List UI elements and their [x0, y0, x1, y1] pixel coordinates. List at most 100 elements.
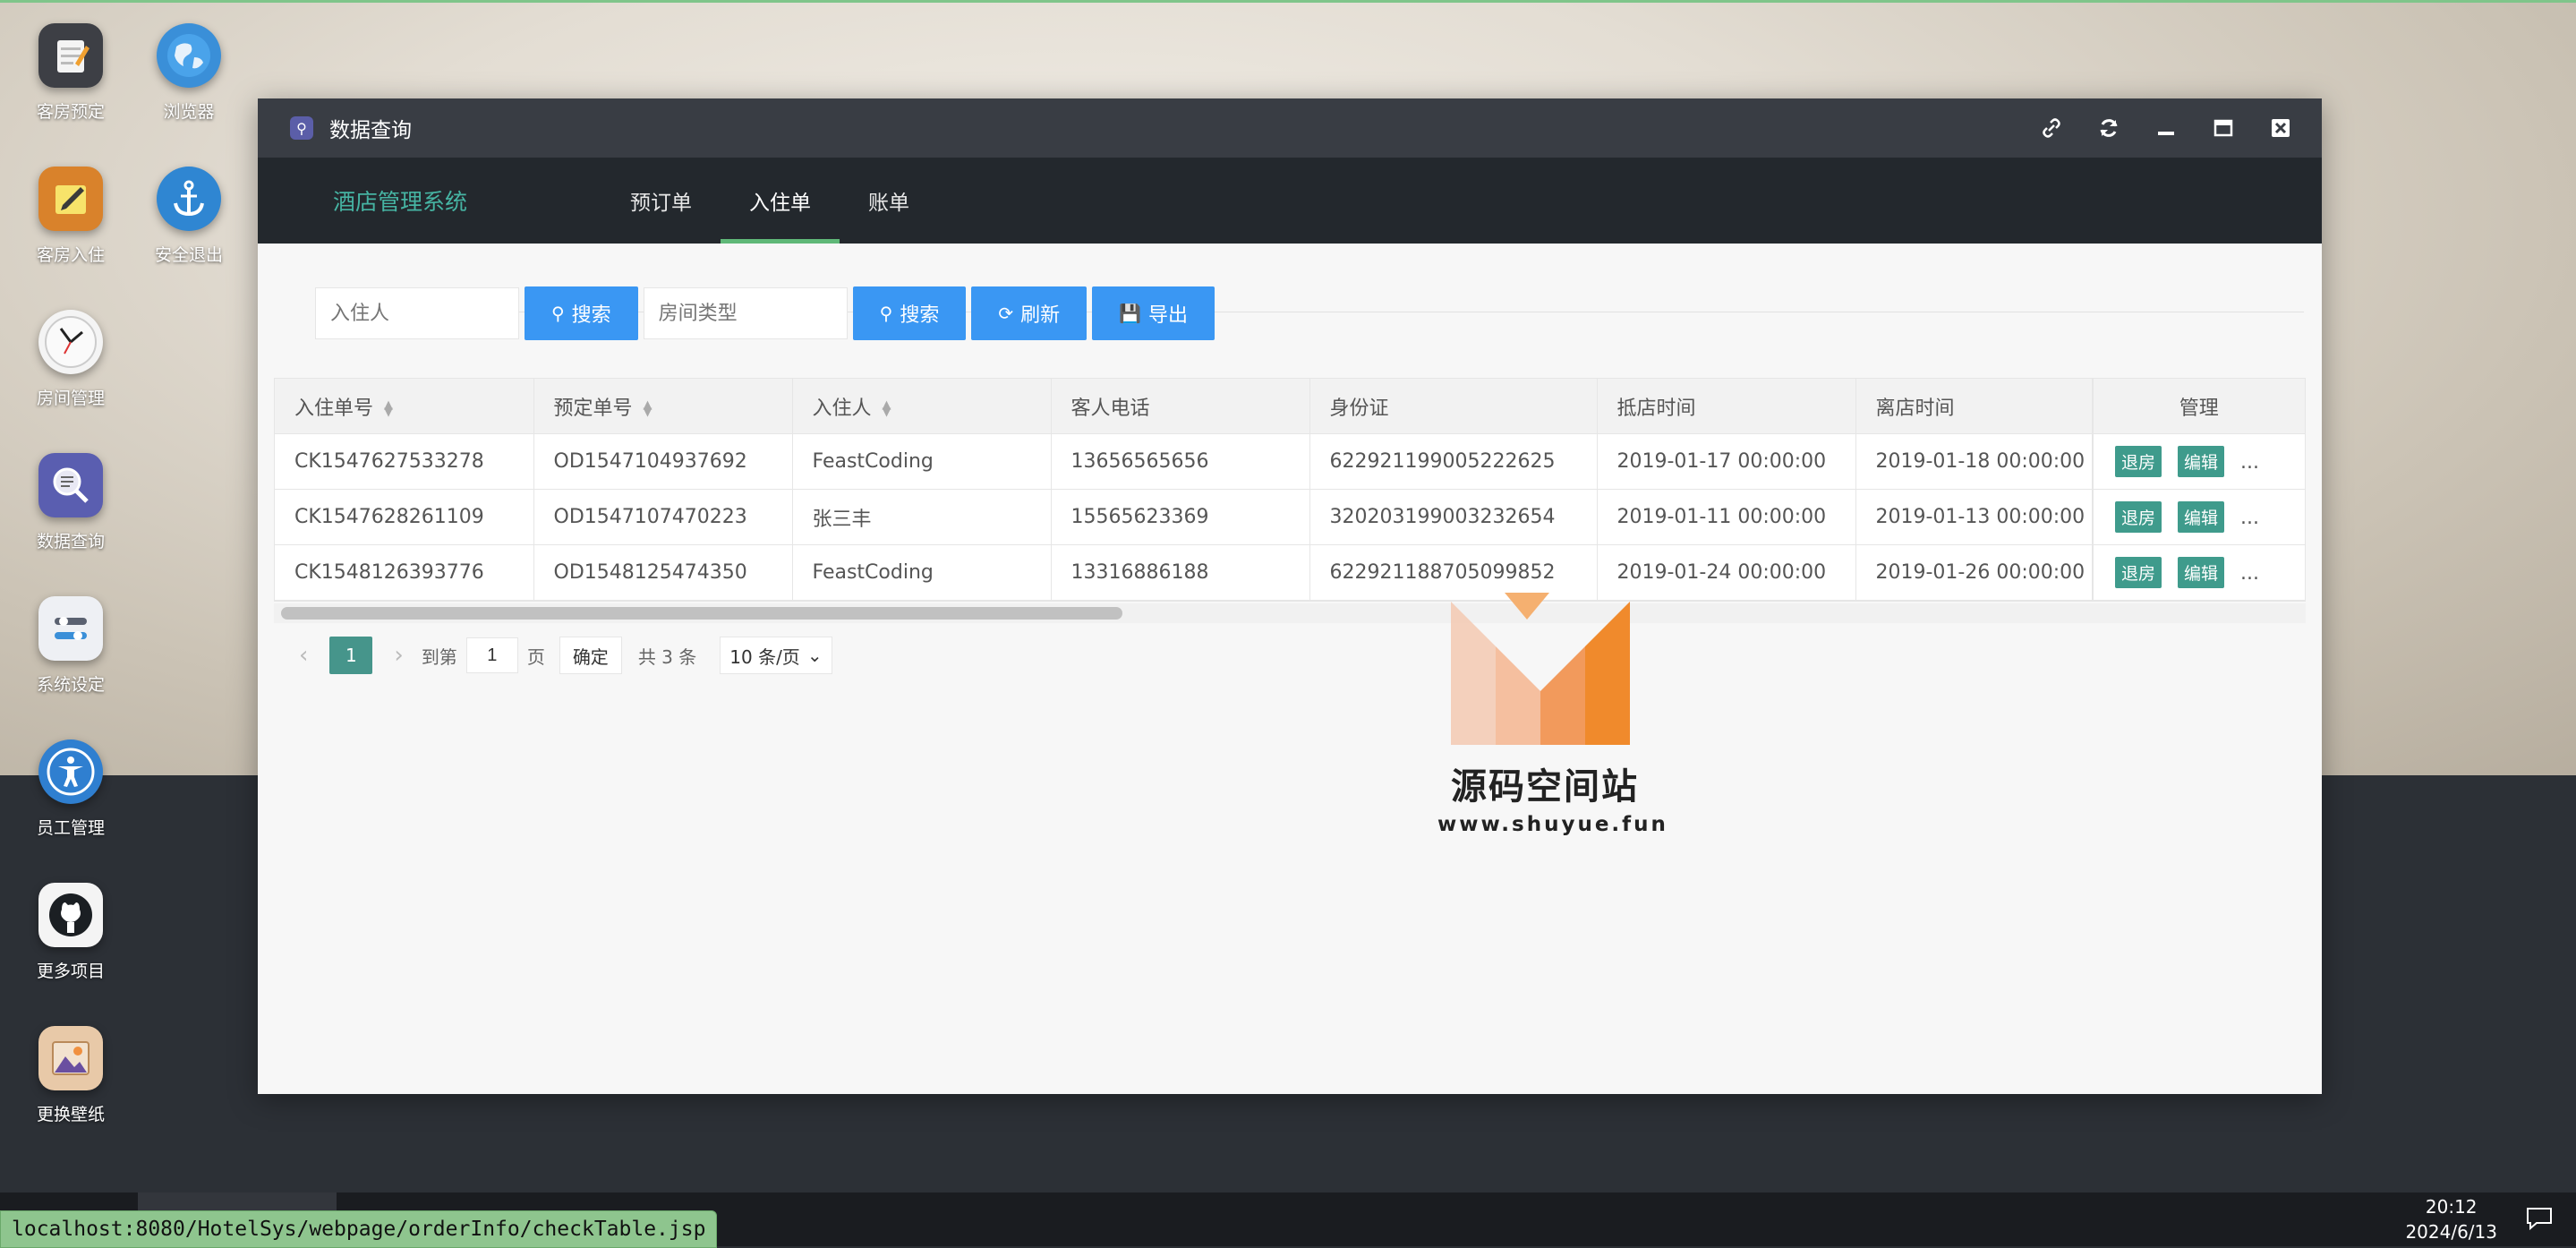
sort-icon[interactable]: ▲ ▼ [644, 399, 653, 418]
desktop-icon-staff-management[interactable]: 员工管理 [4, 739, 138, 839]
table-row[interactable]: CK1547627533278 OD1547104937692 FeastCod… [275, 433, 2306, 490]
column-header-checkin-no[interactable]: 入住单号 ▲ ▼ [275, 379, 534, 434]
more-actions[interactable]: ... [2240, 562, 2259, 585]
desktop-icon-check-in[interactable]: 客房入住 [4, 167, 138, 266]
desktop-icon-browser[interactable]: 浏览器 [122, 23, 256, 123]
more-actions[interactable]: ... [2240, 507, 2259, 529]
clock-date: 2024/6/13 [2405, 1221, 2497, 1243]
globe-icon [157, 23, 221, 88]
search-room-type-button[interactable]: ⚲ 搜索 [852, 286, 967, 340]
page-number-input[interactable] [465, 637, 518, 673]
sort-icon[interactable]: ▲ ▼ [384, 399, 393, 418]
maximize-icon[interactable] [2195, 98, 2252, 158]
horizontal-scrollbar-thumb[interactable] [281, 607, 1122, 620]
desktop-icon-label: 客房入住 [36, 245, 105, 265]
status-bar-url: localhost:8080/HotelSys/webpage/orderInf… [0, 1210, 718, 1248]
table-row[interactable]: CK1548126393776 OD1548125474350 FeastCod… [275, 544, 2306, 601]
cell-departure: 2019-01-18 00:00:00 [1855, 433, 2094, 490]
desktop-icon-room-management[interactable]: 房间管理 [4, 310, 138, 409]
cell-actions: 退房 编辑... [2092, 489, 2306, 545]
accessibility-icon [38, 739, 103, 804]
link-icon[interactable] [2023, 98, 2080, 158]
search-button[interactable]: ⚲ 搜索 [525, 286, 638, 340]
desktop-icon-more-projects[interactable]: 更多项目 [4, 883, 138, 982]
checkout-button[interactable]: 退房 [2115, 446, 2162, 477]
column-header-label: 预定单号 [553, 397, 633, 420]
checkout-button[interactable]: 退房 [2115, 557, 2162, 588]
top-navbar: 酒店管理系统 预订单 入住单 账单 [258, 158, 2322, 244]
page-size-value: 10 条/页 [729, 645, 800, 668]
refresh-icon[interactable] [2080, 98, 2137, 158]
brand-title[interactable]: 酒店管理系统 [333, 184, 601, 217]
close-icon[interactable] [2252, 98, 2309, 158]
room-type-search-input[interactable] [643, 287, 848, 339]
pencil-note-icon [38, 167, 103, 231]
desktop-icon-logout[interactable]: 安全退出 [122, 167, 256, 266]
edit-button[interactable]: 编辑 [2178, 446, 2225, 477]
window-controls [2023, 98, 2309, 158]
cell-id-card: 622921199005222625 [1309, 433, 1598, 490]
refresh-button[interactable]: ⟳ 刷新 [971, 286, 1088, 340]
edit-button[interactable]: 编辑 [2178, 501, 2225, 533]
column-header-label: 入住单号 [294, 397, 374, 420]
table-row[interactable]: CK1547628261109 OD1547107470223 张三丰 1556… [275, 489, 2306, 545]
notepad-icon [38, 23, 103, 88]
data-query-window: ⚲ 数据查询 酒店管理系统 预订单 入住单 账单 入住人 ⚲ 搜索 房间类型 ⚲… [258, 98, 2322, 1094]
more-actions[interactable]: ... [2240, 451, 2259, 474]
next-page-icon[interactable]: › [385, 642, 412, 669]
taskbar-clock[interactable]: 20:12 2024/6/13 [2405, 1194, 2497, 1244]
cell-phone: 13656565656 [1051, 433, 1310, 490]
goto-label: 到第 [421, 645, 457, 668]
cell-actions: 退房 编辑... [2092, 433, 2306, 490]
cell-id-card: 320203199003232654 [1309, 489, 1598, 545]
window-titlebar[interactable]: ⚲ 数据查询 [258, 98, 2322, 158]
cell-reservation-no: OD1547104937692 [533, 433, 793, 490]
desktop-icon-data-query[interactable]: 数据查询 [4, 453, 138, 552]
search-toolbar: ⚲ 搜索 ⚲ 搜索 ⟳ 刷新 💾 导出 [315, 286, 1220, 340]
toggle-settings-icon [38, 596, 103, 661]
column-header-guest[interactable]: 入住人 ▲ ▼ [792, 379, 1052, 434]
desktop-icon-change-wallpaper[interactable]: 更换壁纸 [4, 1026, 138, 1125]
edit-button[interactable]: 编辑 [2178, 557, 2225, 588]
cell-reservation-no: OD1548125474350 [533, 544, 793, 601]
column-header-label: 入住人 [812, 397, 872, 420]
notification-icon[interactable] [2524, 1205, 2555, 1239]
cell-guest: 张三丰 [792, 489, 1052, 545]
cell-guest: FeastCoding [792, 433, 1052, 490]
tab-check-in[interactable]: 入住单 [721, 158, 840, 244]
guest-search-input[interactable] [315, 287, 519, 339]
desktop-icon-label: 房间管理 [36, 389, 105, 408]
desktop-icon-label: 客房预定 [36, 102, 105, 122]
check-in-table: 入住单号 ▲ ▼ 预定单号 ▲ ▼ 入住人 ▲ ▼ 客人电话 身份证 抵店时间 离店时间 管… [274, 378, 2306, 602]
total-count: 共 3 条 [637, 645, 697, 668]
column-header-departure: 离店时间 [1855, 379, 2094, 434]
search-data-icon [38, 453, 103, 517]
tab-reservations[interactable]: 预订单 [601, 158, 721, 244]
github-icon [38, 883, 103, 947]
checkout-button[interactable]: 退房 [2115, 501, 2162, 533]
watermark-title: 源码空间站 [1451, 766, 1639, 808]
refresh-button-label: 刷新 [1020, 304, 1061, 327]
desktop-icon-label: 浏览器 [163, 102, 215, 122]
picture-icon [38, 1026, 103, 1090]
search-icon: ⚲ [551, 303, 565, 324]
export-button-label: 导出 [1148, 304, 1189, 327]
save-icon: 💾 [1119, 303, 1142, 324]
cell-phone: 13316886188 [1051, 544, 1310, 601]
page-size-select[interactable]: 10 条/页 ⌄ [720, 637, 832, 674]
current-page-button[interactable]: 1 [329, 637, 373, 674]
desktop-icon-system-settings[interactable]: 系统设定 [4, 596, 138, 696]
column-header-phone: 客人电话 [1051, 379, 1310, 434]
export-button[interactable]: 💾 导出 [1092, 286, 1215, 340]
sort-icon[interactable]: ▲ ▼ [883, 399, 891, 418]
watermark: 源码空间站 www.shuyue.fun [1437, 593, 1666, 836]
watermark-logo [1451, 593, 1630, 745]
desktop-icon-room-booking[interactable]: 客房预定 [4, 23, 138, 123]
cell-actions: 退房 编辑... [2092, 544, 2306, 601]
tab-bills[interactable]: 账单 [840, 158, 938, 244]
column-header-reservation-no[interactable]: 预定单号 ▲ ▼ [533, 379, 793, 434]
minimize-icon[interactable] [2137, 98, 2195, 158]
clock-time: 20:12 [2425, 1196, 2478, 1218]
prev-page-icon[interactable]: ‹ [290, 642, 317, 669]
confirm-page-button[interactable]: 确定 [559, 637, 622, 674]
